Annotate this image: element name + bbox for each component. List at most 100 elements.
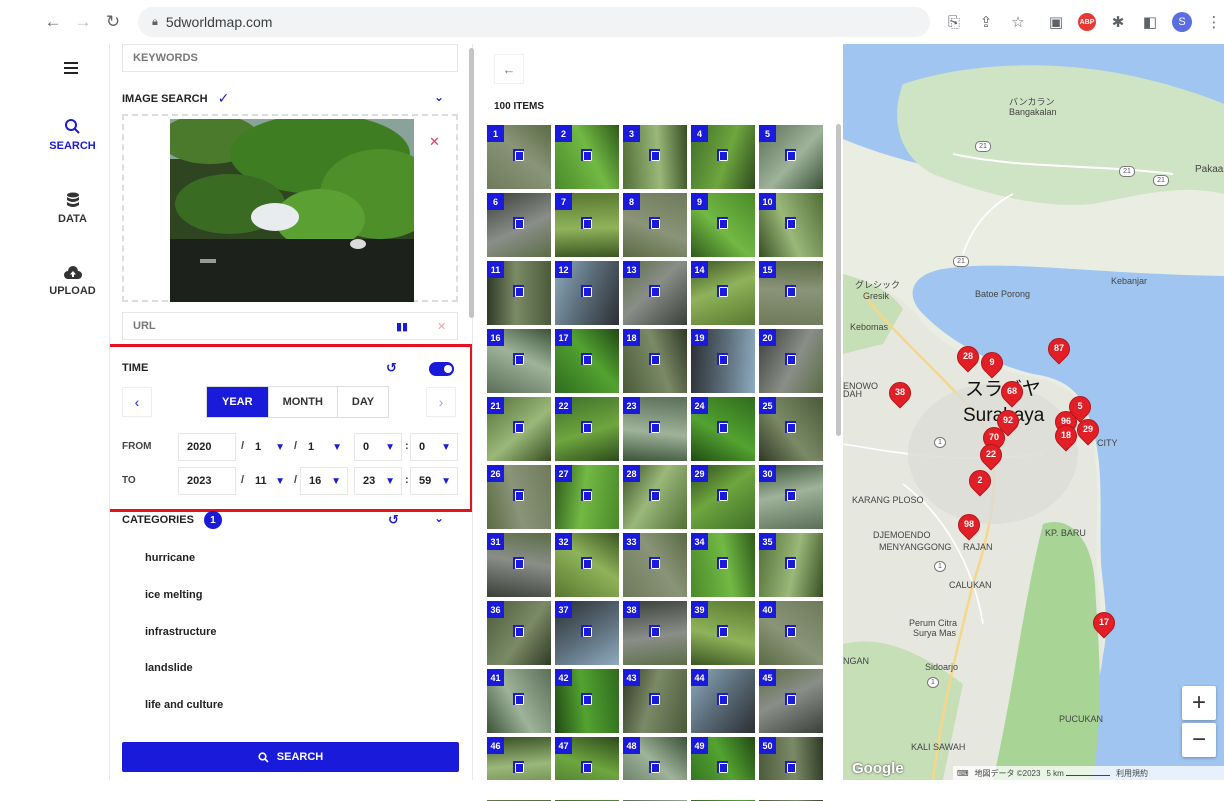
result-thumbnail[interactable]: 34 <box>691 533 755 597</box>
hamburger-menu-icon[interactable] <box>64 62 78 77</box>
chevron-down-icon[interactable]: ⌄ <box>434 90 444 104</box>
from-day-select[interactable]: 1 ▼ <box>300 433 348 461</box>
puzzle-icon[interactable]: ✱ <box>1108 12 1128 32</box>
tab-year[interactable]: YEAR <box>207 387 269 417</box>
result-thumbnail[interactable]: 30 <box>759 465 823 529</box>
map-data-credit[interactable]: 地図データ ©2023 <box>975 768 1041 779</box>
time-toggle[interactable] <box>429 362 454 376</box>
time-reset-icon[interactable]: ↺ <box>386 360 397 376</box>
categories-header[interactable]: CATEGORIES 1 <box>122 511 222 529</box>
result-thumbnail[interactable]: 2 <box>555 125 619 189</box>
map-scale[interactable]: 5 km <box>1046 769 1111 778</box>
back-arrow-icon[interactable]: ← <box>40 9 66 35</box>
result-thumbnail[interactable]: 6 <box>487 193 551 257</box>
result-thumbnail[interactable]: 8 <box>623 193 687 257</box>
map-marker[interactable]: 9 <box>976 347 1008 380</box>
result-thumbnail[interactable]: 15 <box>759 261 823 325</box>
image-search-header[interactable]: IMAGE SEARCH ✓ <box>122 90 229 107</box>
to-minute-select[interactable]: 59 ▼ <box>410 467 458 495</box>
to-day-select[interactable]: 16 ▼ <box>300 467 348 495</box>
time-next-button[interactable]: › <box>426 387 456 417</box>
result-thumbnail[interactable]: 22 <box>555 397 619 461</box>
result-thumbnail[interactable]: 39 <box>691 601 755 665</box>
back-button[interactable]: ← <box>494 54 524 84</box>
result-thumbnail[interactable]: 10 <box>759 193 823 257</box>
result-thumbnail[interactable]: 41 <box>487 669 551 733</box>
category-item[interactable]: ice melting <box>145 589 202 601</box>
result-thumbnail[interactable]: 5 <box>759 125 823 189</box>
remove-image-icon[interactable]: ✕ <box>429 134 440 150</box>
nav-data[interactable]: DATA <box>36 192 109 225</box>
result-thumbnail[interactable]: 9 <box>691 193 755 257</box>
extension-icon[interactable]: ▣ <box>1046 12 1066 32</box>
star-icon[interactable]: ☆ <box>1008 12 1028 32</box>
map-view[interactable]: バンカラン Bangakalan Pakaa Kebanjar グレシック Gr… <box>843 44 1224 780</box>
map-marker[interactable]: 87 <box>1043 333 1075 366</box>
tab-day[interactable]: DAY <box>338 387 388 417</box>
from-minute-select[interactable]: 0 ▼ <box>410 433 458 461</box>
to-year-field[interactable]: 2023 <box>178 467 236 495</box>
result-thumbnail[interactable]: 27 <box>555 465 619 529</box>
translate-icon[interactable]: ⎘ <box>944 12 964 32</box>
time-prev-button[interactable]: ‹ <box>122 387 152 417</box>
chevron-down-icon[interactable]: ⌄ <box>434 511 444 525</box>
result-thumbnail[interactable]: 3 <box>623 125 687 189</box>
category-item[interactable]: hurricane <box>145 552 195 564</box>
result-thumbnail[interactable]: 13 <box>623 261 687 325</box>
keyboard-shortcuts-icon[interactable]: ⌨ <box>957 769 969 778</box>
map-marker[interactable]: 17 <box>1088 607 1120 640</box>
result-thumbnail[interactable]: 14 <box>691 261 755 325</box>
to-month-select[interactable]: 11 ▼ <box>247 467 291 495</box>
profile-avatar[interactable]: S <box>1172 12 1192 32</box>
to-hour-select[interactable]: 23 ▼ <box>354 467 402 495</box>
result-thumbnail[interactable]: 1 <box>487 125 551 189</box>
reload-icon[interactable]: ↻ <box>100 9 126 35</box>
abp-icon[interactable]: ABP <box>1078 13 1096 31</box>
result-thumbnail[interactable]: 32 <box>555 533 619 597</box>
result-thumbnail[interactable]: 38 <box>623 601 687 665</box>
terms-link[interactable]: 利用規約 <box>1116 768 1148 779</box>
result-thumbnail[interactable]: 20 <box>759 329 823 393</box>
category-item[interactable]: landslide <box>145 662 193 674</box>
keywords-input[interactable]: KEYWORDS <box>122 44 458 72</box>
result-thumbnail[interactable]: 19 <box>691 329 755 393</box>
result-thumbnail[interactable]: 7 <box>555 193 619 257</box>
result-thumbnail[interactable]: 45 <box>759 669 823 733</box>
url-text[interactable]: 5dworldmap.com <box>166 14 273 30</box>
sidepanel-icon[interactable]: ◧ <box>1140 12 1160 32</box>
categories-reset-icon[interactable]: ↺ <box>388 512 399 528</box>
result-thumbnail[interactable]: 26 <box>487 465 551 529</box>
nav-search[interactable]: SEARCH <box>36 118 109 152</box>
panel-scrollbar[interactable] <box>469 48 474 318</box>
result-thumbnail[interactable]: 18 <box>623 329 687 393</box>
result-thumbnail[interactable]: 44 <box>691 669 755 733</box>
map-marker[interactable]: 29 <box>1072 414 1104 447</box>
share-icon[interactable]: ⇪ <box>976 12 996 32</box>
from-month-select[interactable]: 1 ▼ <box>247 433 291 461</box>
image-dropzone[interactable]: ✕ <box>122 114 458 302</box>
result-thumbnail[interactable]: 31 <box>487 533 551 597</box>
result-thumbnail[interactable]: 33 <box>623 533 687 597</box>
map-marker[interactable]: 98 <box>953 509 985 542</box>
from-year-field[interactable]: 2020 <box>178 433 236 461</box>
search-button[interactable]: SEARCH <box>122 742 459 772</box>
map-marker[interactable]: 38 <box>884 377 916 410</box>
kebab-menu-icon[interactable]: ⋮ <box>1204 12 1224 32</box>
zoom-out-button[interactable]: − <box>1182 723 1216 757</box>
map-marker[interactable]: 28 <box>952 341 984 374</box>
map-marker[interactable]: 18 <box>1050 420 1082 453</box>
result-thumbnail[interactable]: 29 <box>691 465 755 529</box>
nav-upload[interactable]: UPLOAD <box>36 266 109 297</box>
category-item[interactable]: infrastructure <box>145 626 217 638</box>
result-thumbnail[interactable]: 43 <box>623 669 687 733</box>
result-thumbnail[interactable]: 23 <box>623 397 687 461</box>
results-scrollbar[interactable] <box>836 124 841 436</box>
result-thumbnail[interactable]: 35 <box>759 533 823 597</box>
paste-icon[interactable]: ▮▮ <box>396 320 408 333</box>
address-bar[interactable]: 🔒︎ 5dworldmap.com <box>138 7 930 37</box>
result-thumbnail[interactable]: 11 <box>487 261 551 325</box>
result-thumbnail[interactable]: 28 <box>623 465 687 529</box>
zoom-in-button[interactable]: + <box>1182 686 1216 720</box>
map-marker[interactable]: 2 <box>964 465 996 498</box>
clear-url-icon[interactable]: ✕ <box>437 320 446 333</box>
